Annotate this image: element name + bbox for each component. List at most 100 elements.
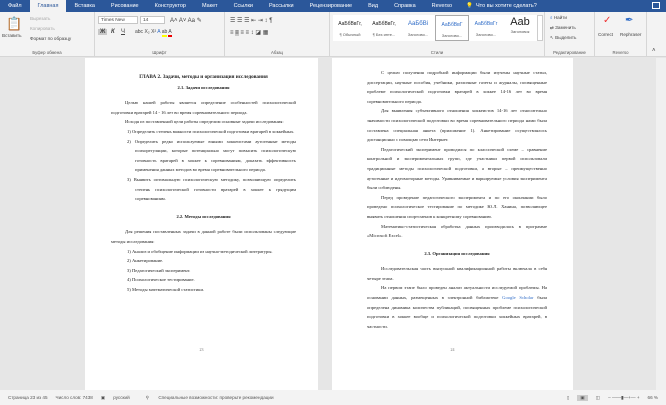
select-button[interactable]: ↖ Выделить	[550, 35, 576, 41]
list-item: 1) Анализ и обобщение информации из науч…	[127, 248, 273, 254]
google-scholar-link[interactable]: Google Scholar	[502, 295, 533, 300]
styles-label: Стили	[430, 50, 444, 55]
accessibility-icon: ⚲	[145, 394, 151, 400]
italic-button[interactable]: К	[111, 29, 115, 35]
word-count[interactable]: Число слов: 7438	[56, 395, 93, 400]
replace-button[interactable]: ⇄ Заменить	[550, 25, 576, 31]
style-preview: АаБбВвГг,	[372, 21, 396, 27]
font-size-buttons[interactable]: A˄ A˅ Aa ✎	[170, 17, 202, 24]
tab-file[interactable]: Файл	[0, 0, 30, 12]
page-count[interactable]: Страница 23 из 45	[8, 395, 48, 400]
style-name: ¶ Обычный	[339, 32, 361, 37]
paste-icon: 📋	[6, 16, 23, 31]
text-effects-buttons[interactable]: abc X₂ X² A ab A	[135, 29, 172, 37]
correct-icon: ✓	[603, 15, 612, 26]
reverso-group: ✓ ✒ Correct Rephraser Reverso	[595, 12, 647, 57]
comments-icon[interactable]	[652, 2, 660, 9]
paragraph: Исследовательская часть выпускной квалиф…	[367, 266, 547, 281]
ribbon: 📋 Вставить Вырезать Копировать Формат по…	[0, 12, 666, 57]
web-layout-icon[interactable]: ◫	[596, 395, 600, 401]
font-size-select[interactable]: 14	[140, 16, 165, 24]
style-preview: Aab	[510, 16, 530, 28]
tab-insert[interactable]: Вставка	[66, 0, 102, 12]
paragraph-group: ☰ ☰ ☰ ⇤ ⇥ ↕ ¶ ≡ ≡ ≡ ≡ ↕ ◪ ▦ Абзац	[225, 12, 330, 57]
accessibility-status[interactable]: ⚲ Специальные возможности: проверьте рек…	[138, 395, 274, 401]
style-name: ¶ Без инте...	[372, 32, 396, 37]
paragraph: Исходя из поставленной цели работы опред…	[125, 119, 284, 125]
list-buttons[interactable]: ☰ ☰ ☰ ⇤ ⇥ ↕ ¶	[230, 17, 272, 24]
zoom-slider[interactable]: – ——▮—+— +	[608, 395, 639, 401]
align-buttons[interactable]: ≡ ≡ ≡ ≡ ↕ ◪ ▦	[230, 29, 268, 36]
tab-design[interactable]: Конструктор	[147, 0, 194, 12]
vertical-scrollbar[interactable]	[656, 58, 666, 390]
language[interactable]: русский	[113, 395, 129, 400]
tab-layout[interactable]: Макет	[194, 0, 226, 12]
tab-view[interactable]: Вид	[360, 0, 386, 12]
rephraser-icon: ✒	[625, 15, 634, 26]
style-normal[interactable]: АаБбВвГг, ¶ Обычный	[333, 15, 367, 41]
paragraph: На первом этапе было проведен анализ акт…	[367, 283, 547, 331]
proofing-icon[interactable]: ▣	[101, 395, 105, 401]
tell-me-box[interactable]: 💡 Что вы хотите сделать?	[466, 3, 537, 9]
zoom-level[interactable]: 66 %	[648, 395, 658, 400]
page-24[interactable]: С целью получения подробной информации б…	[332, 58, 573, 390]
style-name: Заголово...	[475, 32, 497, 37]
find-label: Найти	[553, 15, 567, 20]
list-item: 1) Определить степень важности психологи…	[127, 128, 295, 134]
tab-home[interactable]: Главная	[29, 0, 67, 12]
rephraser-button[interactable]: Rephraser	[620, 32, 641, 37]
paste-button[interactable]: Вставить	[2, 33, 21, 38]
styles-scroll[interactable]	[537, 15, 543, 41]
styles-group: АаБбВвГг, ¶ Обычный АаБбВвГг, ¶ Без инте..…	[330, 12, 545, 57]
list-item: 3) Выявить оптимальную психологическую м…	[127, 176, 296, 202]
clipboard-label: Буфер обмена	[32, 50, 62, 55]
lightbulb-icon: 💡	[466, 3, 473, 9]
paragraph: Педагогический эксперимент проводился по…	[367, 146, 547, 191]
tab-draw[interactable]: Рисование	[103, 0, 147, 12]
accessibility-text: Специальные возможности: проверьте реком…	[158, 394, 274, 400]
list-item: 2) Анкетирование.	[127, 258, 164, 264]
tab-review[interactable]: Рецензирование	[302, 0, 360, 12]
underline-button[interactable]: Ч	[121, 29, 125, 35]
tab-mailings[interactable]: Рассылки	[261, 0, 302, 12]
style-title[interactable]: Aab Заголовок	[503, 15, 537, 41]
cut-button[interactable]: Вырезать	[30, 16, 50, 21]
section-heading: 2.3. Организация исследования	[424, 250, 490, 256]
paragraph: Целью нашей работы является определение …	[111, 100, 296, 115]
style-preview: АаБбВвГг	[474, 21, 498, 27]
correct-button[interactable]: Correct	[598, 32, 613, 37]
tab-references[interactable]: Ссылки	[226, 0, 261, 12]
select-label: Выделить	[555, 35, 577, 40]
format-painter-button[interactable]: Формат по образцу	[30, 36, 71, 41]
chapter-title: ГЛАВА 2. Задачи, методы и организация ис…	[139, 74, 268, 80]
find-button[interactable]: ⌕ Найти	[550, 15, 567, 20]
tab-help[interactable]: Справка	[386, 0, 424, 12]
style-heading-1[interactable]: АаБбВі Заголово...	[401, 15, 435, 41]
collapse-ribbon-icon[interactable]: ˄	[652, 48, 656, 54]
editing-group: ⌕ Найти ⇄ Заменить ↖ Выделить Редактиров…	[545, 12, 595, 57]
tell-me-text: Что вы хотите сделать?	[475, 3, 537, 9]
bold-button[interactable]: Ж	[98, 29, 108, 35]
style-no-spacing[interactable]: АаБбВвГг, ¶ Без инте...	[367, 15, 401, 41]
style-name: Заголовок	[510, 29, 530, 34]
section-heading: 2.1. Задачи исследования	[177, 84, 230, 90]
replace-label: Заменить	[555, 25, 576, 30]
section-heading: 2.2. Методы исследования	[176, 213, 231, 219]
status-bar: Страница 23 из 45 Число слов: 7438 ▣ рус…	[0, 390, 666, 405]
document-area: ГЛАВА 2. Задачи, методы и организация ис…	[0, 58, 656, 390]
style-heading-3[interactable]: АаБбВвГг Заголово...	[469, 15, 503, 41]
page-number: 24	[450, 347, 455, 352]
copy-button[interactable]: Копировать	[30, 26, 55, 31]
tab-reverso[interactable]: Reverso	[424, 0, 460, 12]
style-name: Заголово...	[441, 33, 463, 38]
list-item: 2) Определить редко используемые юными х…	[127, 138, 296, 173]
print-layout-icon[interactable]: ▣	[577, 394, 588, 401]
page-23[interactable]: ГЛАВА 2. Задачи, методы и организация ис…	[85, 58, 318, 390]
font-name-select[interactable]: Times New Roman	[98, 16, 138, 24]
read-mode-icon[interactable]: ▯	[567, 395, 570, 401]
style-preview: АаБбВвГ	[441, 22, 463, 28]
ribbon-tabs: Файл Главная Вставка Рисование Конструкт…	[0, 0, 666, 12]
style-heading-2[interactable]: АаБбВвГ Заголово...	[435, 15, 469, 41]
paragraph: Математико-статистическая обработка данн…	[367, 223, 547, 239]
paragraph: Перед проведение педагогического экспери…	[367, 194, 547, 219]
